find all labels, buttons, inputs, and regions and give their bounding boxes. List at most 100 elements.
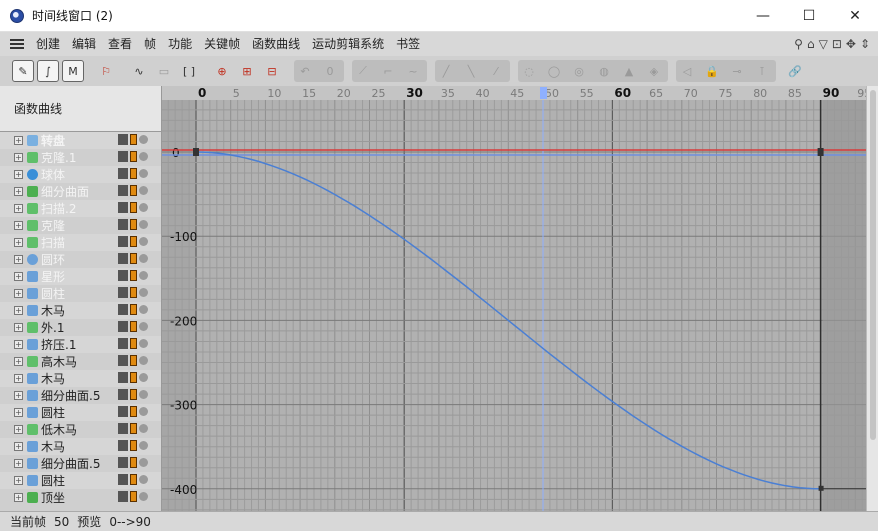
film-icon[interactable]	[130, 389, 137, 400]
object-row[interactable]: + 高木马	[0, 353, 161, 370]
tangent-zero-icon[interactable]: 0	[319, 60, 341, 82]
expand-icon[interactable]: +	[14, 425, 23, 434]
weight-reset-icon[interactable]: ◈	[643, 60, 665, 82]
record-key-icon[interactable]: ⚐	[95, 60, 117, 82]
delete-key-icon[interactable]: ⊟	[261, 60, 283, 82]
linear-icon[interactable]: ⟋	[352, 60, 374, 82]
key-mode-icon[interactable]: ✎	[12, 60, 34, 82]
menu-motion-system[interactable]: 运动剪辑系统	[306, 32, 390, 56]
expand-icon[interactable]: +	[14, 340, 23, 349]
expand-icon[interactable]: +	[14, 170, 23, 179]
expand-icon[interactable]: +	[14, 459, 23, 468]
film-icon[interactable]	[130, 338, 137, 349]
edit-flag-icon[interactable]	[118, 474, 128, 485]
film-icon[interactable]	[130, 423, 137, 434]
frame-selected-icon[interactable]: [ ]	[178, 60, 200, 82]
film-icon[interactable]	[130, 202, 137, 213]
object-row[interactable]: + 木马	[0, 302, 161, 319]
step-icon[interactable]: ⌐	[377, 60, 399, 82]
edit-flag-icon[interactable]	[118, 134, 128, 145]
search-icon[interactable]: ⚲	[794, 37, 803, 51]
expand-icon[interactable]: +	[14, 272, 23, 281]
expand-icon[interactable]: +	[14, 374, 23, 383]
menu-fcurve[interactable]: 函数曲线	[246, 32, 306, 56]
edit-flag-icon[interactable]	[118, 151, 128, 162]
film-icon[interactable]	[130, 440, 137, 451]
status-dot-icon[interactable]	[139, 203, 148, 212]
status-dot-icon[interactable]	[139, 458, 148, 467]
edit-flag-icon[interactable]	[118, 168, 128, 179]
edit-flag-icon[interactable]	[118, 321, 128, 332]
status-dot-icon[interactable]	[139, 356, 148, 365]
edit-flag-icon[interactable]	[118, 287, 128, 298]
scrollbar-thumb[interactable]	[870, 90, 876, 440]
status-dot-icon[interactable]	[139, 135, 148, 144]
expand-icon[interactable]: +	[14, 238, 23, 247]
hamburger-menu-icon[interactable]	[10, 39, 24, 49]
status-dot-icon[interactable]	[139, 407, 148, 416]
object-row[interactable]: + 克隆.1	[0, 149, 161, 166]
object-row[interactable]: + 细分曲面.5	[0, 455, 161, 472]
status-dot-icon[interactable]	[139, 492, 148, 501]
expand-icon[interactable]: +	[14, 408, 23, 417]
motion-mode-icon[interactable]: M	[62, 60, 84, 82]
object-row[interactable]: + 克隆	[0, 217, 161, 234]
film-icon[interactable]	[130, 355, 137, 366]
expand-icon[interactable]: +	[14, 357, 23, 366]
status-dot-icon[interactable]	[139, 288, 148, 297]
slope-out-icon[interactable]: ╲	[460, 60, 482, 82]
expand-icon[interactable]: +	[14, 391, 23, 400]
film-icon[interactable]	[130, 151, 137, 162]
film-icon[interactable]	[130, 372, 137, 383]
edit-flag-icon[interactable]	[118, 372, 128, 383]
move-icon[interactable]: ✥	[846, 37, 856, 51]
weight-fix-icon[interactable]: ▲	[618, 60, 640, 82]
menu-create[interactable]: 创建	[30, 32, 66, 56]
film-icon[interactable]	[130, 474, 137, 485]
weight-clamp-icon[interactable]: ◍	[593, 60, 615, 82]
status-dot-icon[interactable]	[139, 373, 148, 382]
menu-keyframe[interactable]: 关键帧	[198, 32, 246, 56]
status-dot-icon[interactable]	[139, 441, 148, 450]
add-keys-icon[interactable]: ⊞	[236, 60, 258, 82]
menu-bookmarks[interactable]: 书签	[390, 32, 426, 56]
edit-flag-icon[interactable]	[118, 304, 128, 315]
slope-in-icon[interactable]: ╱	[435, 60, 457, 82]
object-row[interactable]: + 圆环	[0, 251, 161, 268]
object-row[interactable]: + 星形	[0, 268, 161, 285]
object-row[interactable]: + 外.1	[0, 319, 161, 336]
expand-icon[interactable]: +	[14, 187, 23, 196]
vertical-scrollbar[interactable]	[866, 86, 878, 511]
frame-all-icon[interactable]: ▭	[153, 60, 175, 82]
expand-icon[interactable]: +	[14, 476, 23, 485]
film-icon[interactable]	[130, 491, 137, 502]
film-icon[interactable]	[130, 253, 137, 264]
weight-lock-icon[interactable]: ◌	[518, 60, 540, 82]
film-icon[interactable]	[130, 321, 137, 332]
weight-auto-icon[interactable]: ◎	[568, 60, 590, 82]
expand-icon[interactable]: +	[14, 136, 23, 145]
edit-flag-icon[interactable]	[118, 389, 128, 400]
status-dot-icon[interactable]	[139, 152, 148, 161]
object-row[interactable]: + 扫描.2	[0, 200, 161, 217]
expand-icon[interactable]: +	[14, 289, 23, 298]
spline-icon[interactable]: ~	[402, 60, 424, 82]
status-dot-icon[interactable]	[139, 424, 148, 433]
menu-edit[interactable]: 编辑	[66, 32, 102, 56]
scroll-icon[interactable]: ⇕	[860, 37, 870, 51]
film-icon[interactable]	[130, 287, 137, 298]
fcurve-graph[interactable]: 0 5 10 15 20 25 30 35 40 45 50 55 60 65 70 75 80 85 90 95 0 -…	[162, 86, 866, 511]
expand-icon[interactable]: +	[14, 153, 23, 162]
film-icon[interactable]	[130, 185, 137, 196]
edit-flag-icon[interactable]	[118, 457, 128, 468]
edit-flag-icon[interactable]	[118, 185, 128, 196]
edit-flag-icon[interactable]	[118, 440, 128, 451]
film-icon[interactable]	[130, 168, 137, 179]
object-row[interactable]: + 扫描	[0, 234, 161, 251]
object-row[interactable]: + 木马	[0, 438, 161, 455]
film-icon[interactable]	[130, 134, 137, 145]
close-button[interactable]: ✕	[832, 0, 878, 32]
status-dot-icon[interactable]	[139, 169, 148, 178]
slope-auto-icon[interactable]: ⁄	[485, 60, 507, 82]
menu-function[interactable]: 功能	[162, 32, 198, 56]
